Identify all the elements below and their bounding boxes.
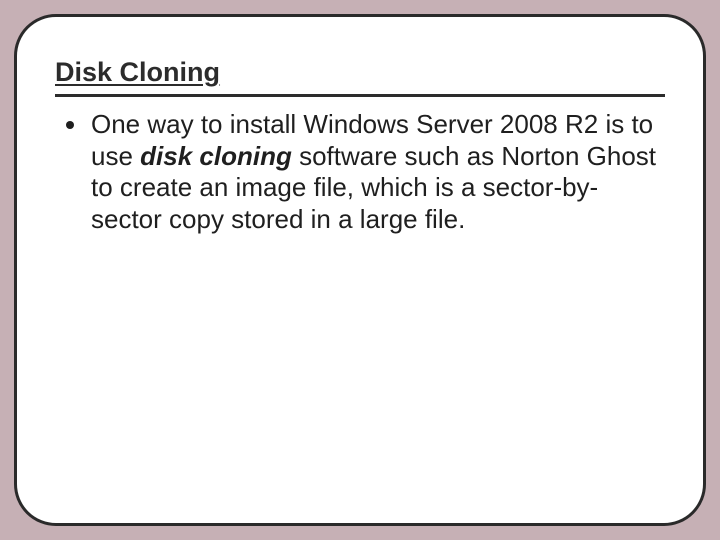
bullet-text-emphasis: disk cloning: [140, 141, 292, 171]
slide-background: Disk Cloning One way to install Windows …: [0, 0, 720, 540]
slide-title: Disk Cloning: [55, 57, 665, 88]
bullet-list: One way to install Windows Server 2008 R…: [55, 109, 665, 236]
title-underline-rule: [55, 94, 665, 97]
bullet-item-1: One way to install Windows Server 2008 R…: [89, 109, 665, 236]
slide-card: Disk Cloning One way to install Windows …: [14, 14, 706, 526]
